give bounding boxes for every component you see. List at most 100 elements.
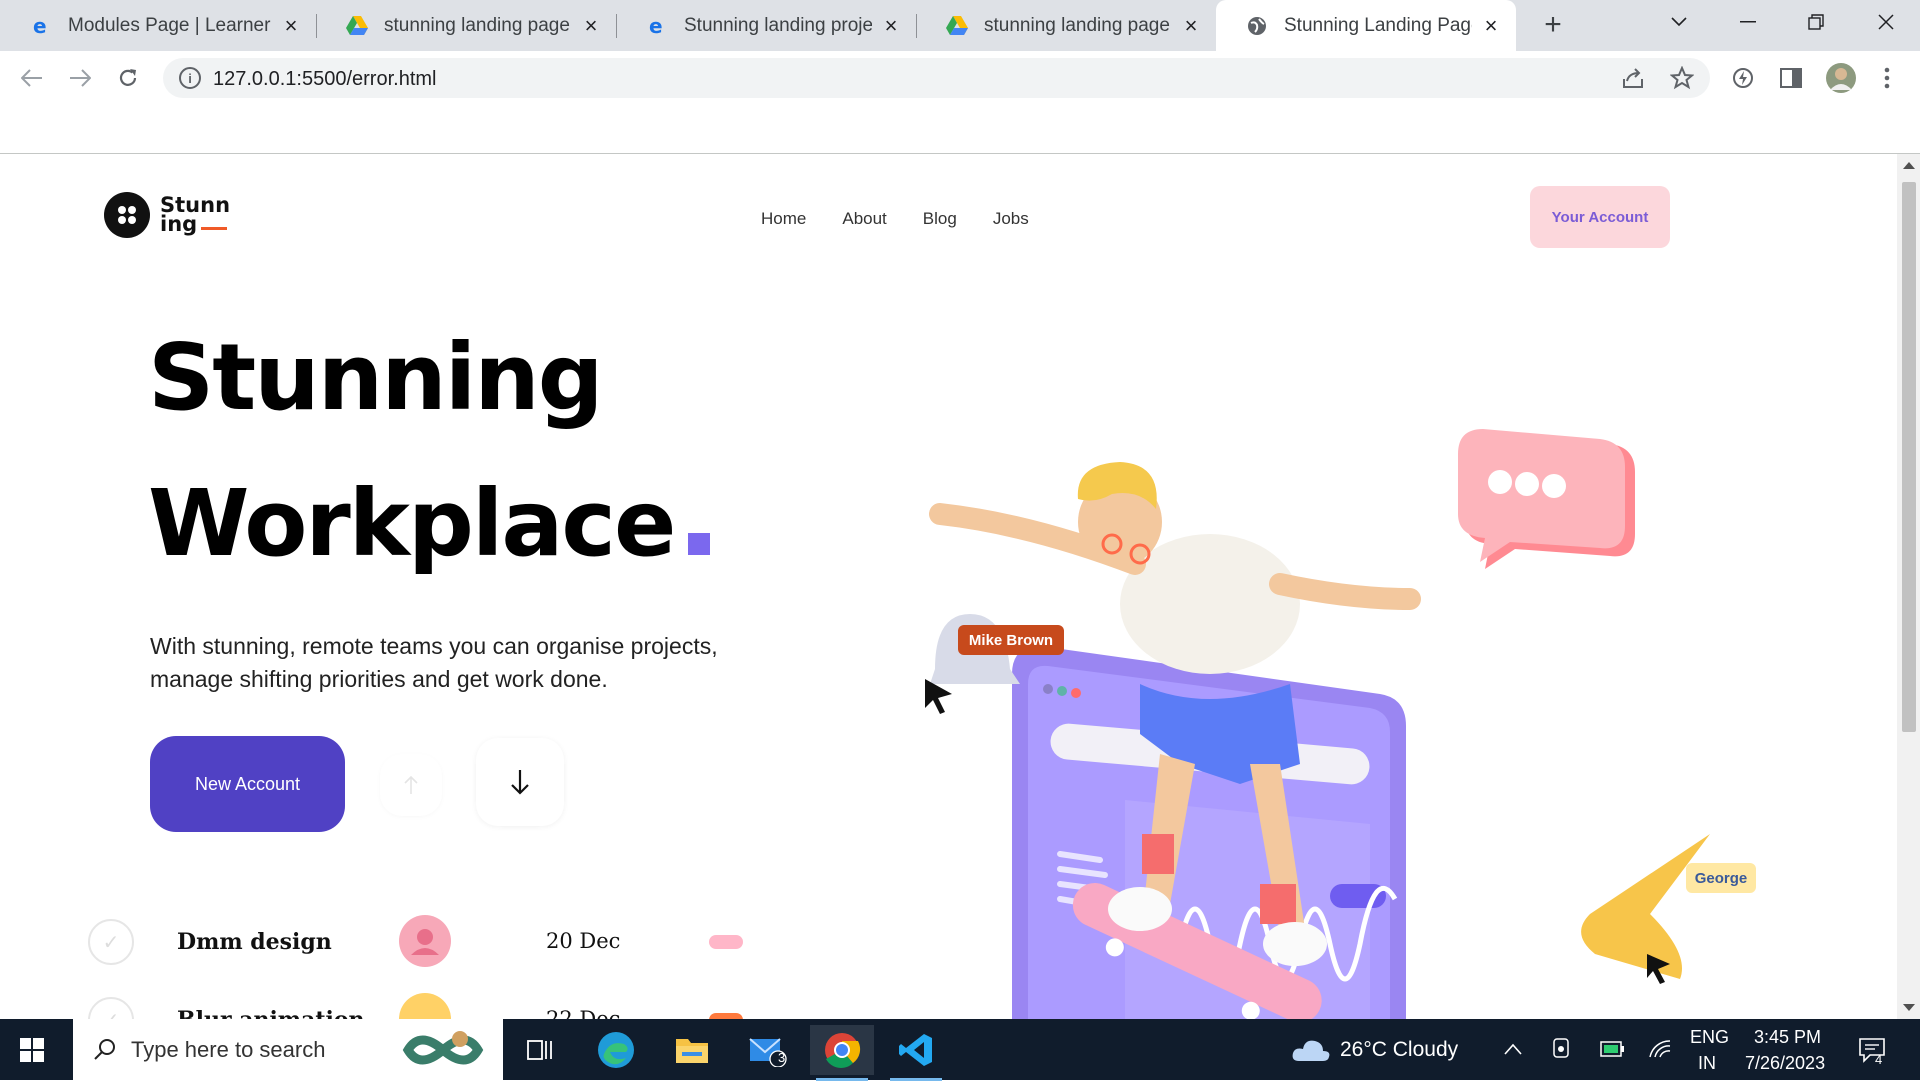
bookmark-star-icon[interactable] [1668,64,1696,92]
side-panel-icon[interactable] [1777,64,1805,92]
tag-mike-brown: Mike Brown [958,625,1064,655]
nav-about[interactable]: About [842,209,886,229]
avatar [399,993,451,1019]
your-account-button[interactable]: Your Account [1530,186,1670,248]
page-scrollbar[interactable] [1897,154,1920,1019]
language-line2[interactable]: IN [1698,1053,1716,1074]
language-line1[interactable]: ENG [1690,1027,1729,1048]
search-icon [94,1039,115,1060]
hero-accent-square [688,533,711,555]
tag-george: George [1686,863,1756,893]
check-icon[interactable]: ✓ [88,997,134,1019]
close-window-button[interactable] [1856,0,1916,44]
tab-title: Stunning Landing Page [1284,14,1472,36]
menu-dots-icon[interactable] [1873,64,1901,92]
site-info-icon[interactable]: i [179,67,201,89]
arrow-up-icon [404,775,418,794]
restore-button[interactable] [1786,0,1846,44]
browser-toolbar: i 127.0.0.1:5500/error.html [0,51,1920,105]
scrollbar-thumb[interactable] [1902,182,1916,732]
search-placeholder: Type here to search [131,1036,326,1062]
tab-stunning-landing-active[interactable]: Stunning Landing Page × [1216,0,1516,51]
logo-line2: ing [160,212,198,236]
taskbar-search-box[interactable]: Type here to search [73,1019,503,1080]
search-highlight-icon [402,1031,484,1065]
globe-icon [1246,15,1268,37]
task-name: Blur animation [177,1007,365,1019]
task-date: 22 Dec [546,1007,621,1019]
nav-jobs[interactable]: Jobs [993,209,1029,229]
nav-home[interactable]: Home [761,209,806,229]
mail-badge: 3 [778,1050,786,1065]
status-pill [709,935,743,949]
task-name: Dmm design [177,929,332,955]
task-date: 20 Dec [546,929,621,953]
close-icon[interactable]: × [580,13,602,38]
tab-search-chevron-icon[interactable] [1649,0,1709,44]
task-row[interactable]: ✓ Dmm design 20 Dec [88,911,788,971]
google-drive-icon [946,15,968,37]
close-icon[interactable]: × [880,13,902,38]
tab-title: Modules Page | Learner [68,14,271,36]
scroll-up-button[interactable] [380,754,442,816]
close-icon[interactable]: × [1180,13,1202,38]
nav-blog[interactable]: Blog [923,209,957,229]
page-viewport: Stunn ing Home About Blog Jobs Your Acco… [0,154,1897,1019]
close-icon[interactable]: × [280,13,302,38]
main-nav: Home About Blog Jobs [761,209,1029,229]
edge-e-icon: e [30,15,52,37]
windows-taskbar: Type here to search 3 26°C Cloudy ENG IN… [0,1019,1920,1081]
back-arrow-icon[interactable] [14,60,50,96]
close-icon[interactable]: × [1480,13,1502,38]
tab-drive-2[interactable]: stunning landing page - G × [916,0,1216,51]
scroll-down-button[interactable] [476,738,564,826]
reload-icon[interactable] [110,60,146,96]
arrow-down-icon [511,770,529,795]
minimize-button[interactable] [1718,0,1778,44]
file-explorer-icon[interactable] [660,1025,724,1075]
avatar [399,915,451,967]
logo-text: Stunn ing [160,195,230,236]
chrome-icon[interactable] [810,1025,874,1081]
tab-title: stunning landing page - G [984,14,1172,36]
weather-text[interactable]: 26°C Cloudy [1340,1038,1458,1062]
cone-illustration [1581,834,1710,979]
task-view-icon[interactable] [508,1025,572,1075]
clock-time[interactable]: 3:45 PM [1754,1027,1821,1048]
site-logo[interactable]: Stunn ing [104,192,230,238]
tab-modules-page[interactable]: e Modules Page | Learner × [0,0,316,51]
meet-now-icon[interactable] [1552,1037,1570,1061]
wifi-icon[interactable] [1648,1037,1672,1059]
logo-mark-icon [104,192,150,238]
chevron-up-icon[interactable] [1504,1043,1522,1055]
check-icon[interactable]: ✓ [88,919,134,965]
google-drive-icon [346,15,368,37]
svg-text:e: e [649,15,663,37]
cloud-weather-icon [1292,1040,1330,1061]
battery-icon[interactable] [1599,1038,1625,1060]
clock-date[interactable]: 7/26/2023 [1745,1053,1825,1074]
tab-drive-1[interactable]: stunning landing page - G × [316,0,616,51]
task-row[interactable]: ✓ Blur animation 22 Dec [88,989,788,1019]
profile-avatar[interactable] [1824,61,1858,95]
tab-title: stunning landing page - G [384,14,572,36]
edge-e-icon: e [646,15,668,37]
tab-title: Stunning landing project [684,14,872,36]
extension-bolt-icon[interactable] [1729,64,1757,92]
windows-start-icon[interactable] [20,1038,44,1062]
address-bar[interactable]: i 127.0.0.1:5500/error.html [163,58,1710,98]
notifications-badge: 4 [1875,1052,1883,1067]
share-icon[interactable] [1619,64,1647,92]
hero-title-line2-text: Workplace [148,470,676,577]
forward-arrow-icon[interactable] [62,60,98,96]
hero-title-line2: Workplace [148,470,711,577]
url-text[interactable]: 127.0.0.1:5500/error.html [213,68,436,91]
vscode-icon[interactable] [884,1025,948,1081]
new-tab-button[interactable]: + [1536,8,1570,42]
tab-stunning-project[interactable]: e Stunning landing project × [616,0,916,51]
new-account-button[interactable]: New Account [150,736,345,832]
hero-subtext: With stunning, remote teams you can orga… [150,633,718,692]
mail-icon[interactable]: 3 [736,1025,800,1075]
edge-browser-icon[interactable] [584,1025,648,1075]
hero-title-line1: Stunning [148,324,604,431]
